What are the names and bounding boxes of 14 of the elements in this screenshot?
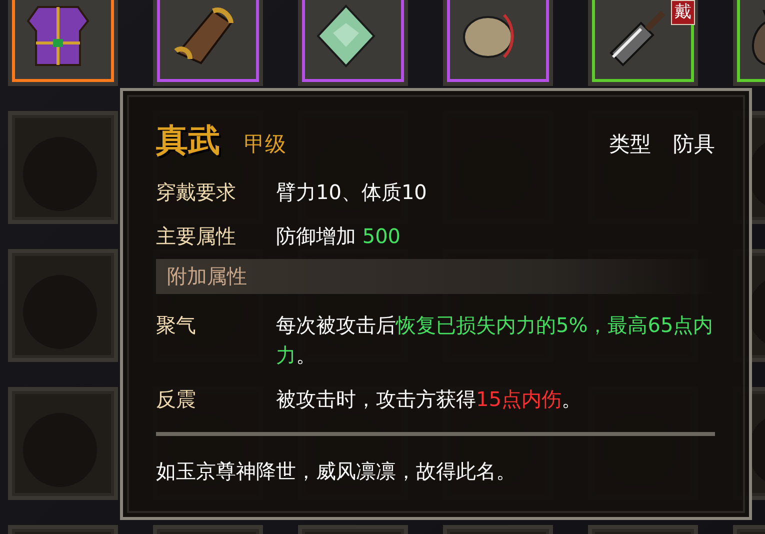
- equipped-badge: 戴: [671, 0, 695, 25]
- attribute-value: 防御增加 500: [276, 223, 402, 250]
- attribute-label: 聚气: [156, 312, 197, 339]
- item-grade: 甲级: [244, 131, 286, 158]
- attribute-label: 反震: [156, 386, 197, 413]
- attribute-value: 每次被攻击后恢复已损失内力的5%，最高65点内力。: [276, 312, 714, 369]
- type-label: 类型: [609, 131, 651, 158]
- attribute-label: 主要属性: [156, 223, 237, 250]
- flavor-text: 如玉京尊神降世，威风凛凛，故得此名。: [156, 458, 517, 485]
- attribute-value: 臂力10、体质10: [276, 179, 428, 206]
- attribute-value: 被攻击时，攻击方获得15点内伤。: [276, 386, 582, 413]
- type-value: 防具: [673, 131, 715, 158]
- attribute-label: 穿戴要求: [156, 179, 237, 206]
- item-name: 真武: [156, 120, 220, 161]
